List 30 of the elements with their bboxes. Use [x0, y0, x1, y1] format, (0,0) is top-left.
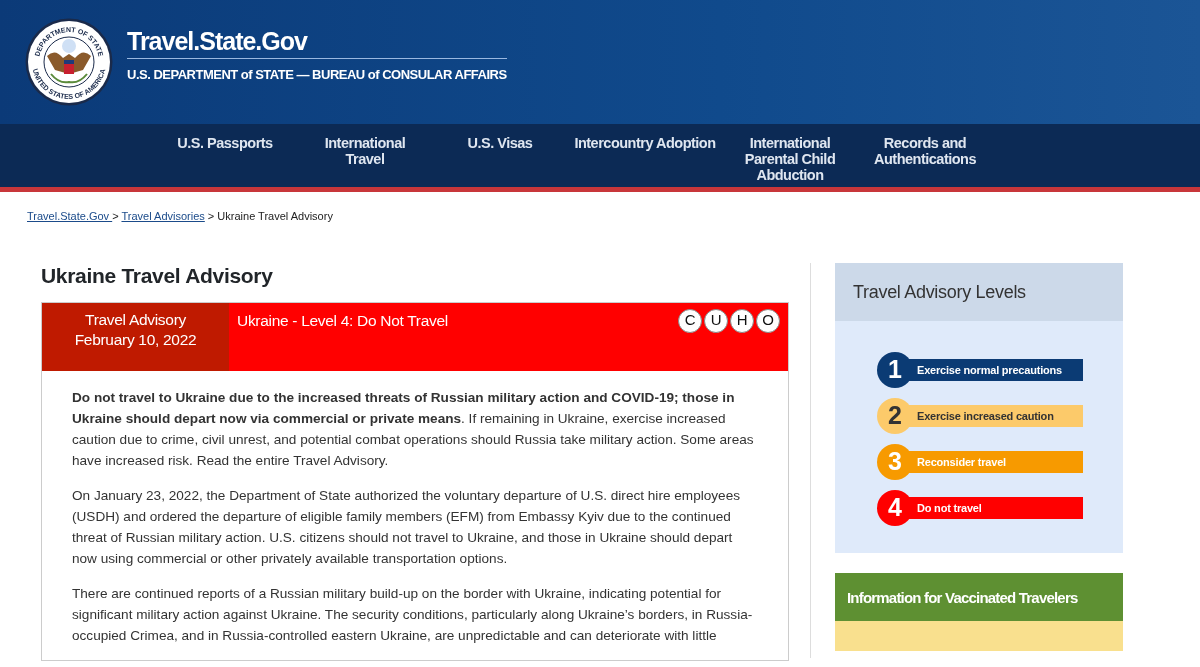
indicator-badge: O [756, 308, 780, 333]
levels-panel-title: Travel Advisory Levels [835, 262, 1123, 321]
breadcrumb-separator: > [112, 210, 120, 222]
advisory-label: Travel Advisory [84, 309, 187, 330]
site-title[interactable]: Travel.State.Gov [127, 29, 507, 60]
advisory-paragraph: On January 23, 2022, the Department of State authorized the voluntary departure of U.S. direct hire employees (USDH) and ordered the departure of eligible family members (EFM) from Embassy Kyiv due to the continued threat of Russian military action. U.S. citizens should not travel to Ukraine, and those in Ukraine should depart now using commercial or other privately available transportation options. [72, 486, 741, 568]
level-label: Exercise increased caution [907, 404, 1083, 427]
breadcrumb-link[interactable]: Travel Advisories [121, 210, 205, 222]
vaccinated-travelers-banner[interactable]: Information for Vaccinated Travelers [835, 572, 1123, 621]
advisory-date: February 10, 2022 [73, 329, 198, 350]
level-label: Do not travel [907, 496, 1083, 519]
indicator-badge: C [678, 308, 702, 333]
advisory-paragraph: There are continued reports of a Russian military build-up on the border with Ukraine, indicating potential for significant military action against Ukraine. The security conditions, particularly along Ukraine’s borders, in Russia-occupied Crimea, and in Russia-controlled eastern Ukraine, are unpredictable and can deteriorate with little [72, 584, 754, 645]
level-label: Exercise normal precautions [907, 358, 1083, 381]
breadcrumb-current: Ukraine Travel Advisory [217, 210, 333, 222]
level-label: Reconsider travel [907, 450, 1083, 473]
nav-link[interactable]: U.S. Passports [160, 135, 290, 151]
indicator-badge: H [730, 308, 754, 333]
nav-link[interactable]: International Travel [290, 135, 440, 167]
advisory-paragraph: Do not travel to Ukraine due to the increased threats of Russian military action and COVID-19; those in Ukraine should depart now via commercial or private means. If remaining in Ukraine, exercise increased caution due to crime, civil unrest, and potential combat operations should Russia take military action. Some areas have increased risk. Read the entire Travel Advisory. [72, 388, 755, 470]
nav-link[interactable]: International Parental Child Abduction [730, 135, 850, 183]
site-subtitle: U.S. DEPARTMENT of STATE — BUREAU of CONSULAR AFFAIRS [127, 66, 507, 85]
breadcrumb-link[interactable]: Travel.State.Gov [27, 210, 113, 222]
nav-link[interactable]: Records and Authentications [850, 135, 1000, 167]
indicator-badge: U [704, 308, 728, 333]
page-title: Ukraine Travel Advisory [41, 262, 274, 288]
nav-link[interactable]: U.S. Visas [440, 135, 560, 151]
nav-link[interactable]: Intercountry Adoption [560, 135, 730, 151]
advisory-level-title: Ukraine - Level 4: Do Not Travel [237, 310, 448, 331]
breadcrumb-separator: > [206, 210, 216, 222]
